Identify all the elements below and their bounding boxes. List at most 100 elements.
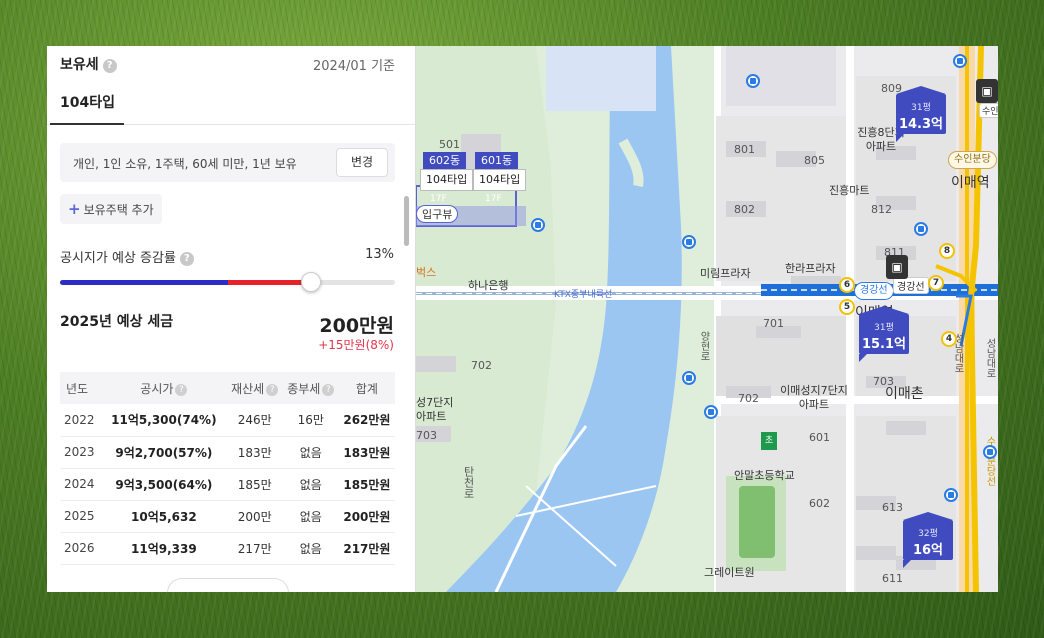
ktx-line-label: KTX중부내륙선: [554, 290, 613, 300]
dong-602-tag[interactable]: 602동: [423, 152, 467, 169]
bus-stop-icon[interactable]: [746, 74, 760, 88]
bottom-poi-label: 그레이트원: [704, 566, 755, 579]
cell-year: 2022: [60, 404, 102, 437]
table-row: 2022 11억5,300(74%) 246만 16만 262만원: [60, 404, 395, 437]
building-602: 602: [809, 497, 830, 510]
help-icon[interactable]: ?: [322, 383, 335, 396]
hana-bank: 하나은행: [468, 279, 509, 292]
tab-104-type[interactable]: 104타입: [60, 92, 115, 112]
bus-stop-icon[interactable]: [531, 218, 545, 232]
dong-601-tag[interactable]: 601동: [475, 152, 519, 169]
school-flag-icon: 초: [761, 432, 777, 450]
table-header-row: 년도 공시가? 재산세? 종부세? 합계: [60, 372, 395, 404]
col-total: 합계: [338, 372, 395, 404]
cell-year: 2023: [60, 436, 102, 469]
suin-bundang-line-tag[interactable]: 수인분당: [948, 151, 997, 169]
imae-station-label-top: 이매역: [951, 175, 990, 191]
cell-official-price: 11억5,300(74%): [101, 404, 227, 437]
map-view[interactable]: 501 801 805 809 802 812 811 701 702 703 …: [416, 46, 998, 592]
jinheung-mart: 진흥마트: [829, 184, 870, 197]
price-pin[interactable]: 31평 15.1억: [859, 306, 909, 362]
suin-label: 수인: [979, 103, 998, 118]
more-button[interactable]: [167, 578, 289, 592]
cell-property-tax: 246만: [226, 404, 283, 437]
building-801: 801: [734, 143, 755, 156]
help-icon[interactable]: ?: [175, 383, 188, 396]
cell-comprehensive-tax: 16만: [282, 404, 339, 437]
plus-icon: +: [68, 200, 81, 218]
floor-602: 17F: [430, 194, 447, 204]
building-701: 701: [763, 317, 784, 330]
cell-total: 185만원: [338, 468, 395, 501]
subway-icon[interactable]: ▣: [886, 255, 908, 279]
price-pin-value: 14.3억: [898, 117, 944, 132]
building-702: 702: [738, 392, 759, 405]
cell-comprehensive-tax: 없음: [282, 436, 339, 469]
gyeonggang-line-tag[interactable]: 경강선: [854, 282, 894, 300]
building-812: 812: [871, 203, 892, 216]
table-row: 2025 10억5,632 200만 없음 200만원: [60, 500, 395, 533]
price-pin-value: 16억: [912, 543, 944, 558]
help-icon[interactable]: ?: [266, 383, 279, 396]
price-pin[interactable]: 32평 16억: [903, 512, 953, 568]
cell-year: 2026: [60, 532, 102, 565]
bus-stop-icon[interactable]: [704, 405, 718, 419]
price-pin[interactable]: 31평 14.3억: [896, 86, 946, 142]
entrance-view-tag[interactable]: 입구뷰: [416, 205, 459, 223]
cell-total: 217만원: [338, 532, 395, 565]
help-icon[interactable]: ?: [179, 252, 194, 266]
building-501: 501: [439, 138, 460, 151]
bus-stop-icon[interactable]: [944, 488, 958, 502]
bus-stop-icon[interactable]: [682, 235, 696, 249]
cell-year: 2025: [60, 500, 102, 533]
bucks-label: 벅스: [416, 266, 437, 279]
panel-scrollbar[interactable]: [404, 196, 409, 246]
price-pin-value: 15.1억: [861, 337, 907, 352]
rate-label: 공시지가 예상 증감률: [60, 251, 176, 266]
building-703-left: 703: [416, 429, 437, 442]
cell-official-price: 10억5,632: [101, 500, 227, 533]
cell-total: 183만원: [338, 436, 395, 469]
subway-icon[interactable]: ▣: [976, 79, 998, 103]
cell-comprehensive-tax: 없음: [282, 532, 339, 565]
add-holding-label: 보유주택 추가: [83, 203, 154, 217]
type-tag-602[interactable]: 104타입: [420, 169, 474, 191]
bus-stop-icon[interactable]: [914, 222, 928, 236]
hanra-plaza: 한라프라자: [785, 262, 836, 275]
mirim-plaza: 미림프라자: [700, 267, 751, 280]
price-pin-pyeong: 32평: [918, 529, 938, 539]
building-802: 802: [734, 203, 755, 216]
building-611: 611: [882, 572, 903, 585]
cell-total: 200만원: [338, 500, 395, 533]
bus-stop-icon[interactable]: [983, 445, 997, 459]
suin-bundang-line-vertical-label: 수인분당선: [984, 436, 995, 486]
slider-positive-fill: [227, 280, 312, 285]
building-702-left: 702: [471, 359, 492, 372]
yanghyeon-road-label: 양현로: [698, 331, 709, 361]
anmal-school-label: 안말초등학교: [734, 469, 795, 482]
col-official-price: 공시가?: [101, 372, 227, 404]
bus-stop-icon[interactable]: [682, 371, 696, 385]
col-property-tax: 재산세?: [226, 372, 283, 404]
slider-negative-fill: [60, 280, 228, 285]
table-row: 2023 9억2,700(57%) 183만 없음 183만원: [60, 436, 395, 469]
rate-slider[interactable]: [60, 272, 395, 292]
tax-table: 년도 공시가? 재산세? 종부세? 합계 2022 11억5,300(74%) …: [60, 372, 395, 565]
col-comprehensive-tax: 종부세?: [282, 372, 339, 404]
cell-comprehensive-tax: 없음: [282, 468, 339, 501]
type-tag-601[interactable]: 104타입: [473, 169, 527, 191]
ownership-condition-text: 개인, 1인 소유, 1주택, 60세 미만, 1년 보유: [73, 157, 297, 171]
cell-comprehensive-tax: 없음: [282, 500, 339, 533]
bus-stop-icon[interactable]: [953, 54, 967, 68]
slider-handle[interactable]: [301, 272, 322, 292]
rate-row: 공시지가 예상 증감률? 13%: [60, 247, 394, 266]
change-button[interactable]: 변경: [336, 148, 388, 177]
station-number-8: 8: [939, 243, 955, 259]
seongnam-daero-vertical-label: 성남대로: [984, 338, 995, 378]
cell-official-price: 9억3,500(64%): [101, 468, 227, 501]
cell-year: 2024: [60, 468, 102, 501]
building-613: 613: [882, 501, 903, 514]
help-icon[interactable]: ?: [102, 59, 117, 73]
tax-estimate-delta: +15만원(8%): [318, 338, 394, 352]
add-holding-button[interactable]: + 보유주택 추가: [60, 194, 162, 224]
